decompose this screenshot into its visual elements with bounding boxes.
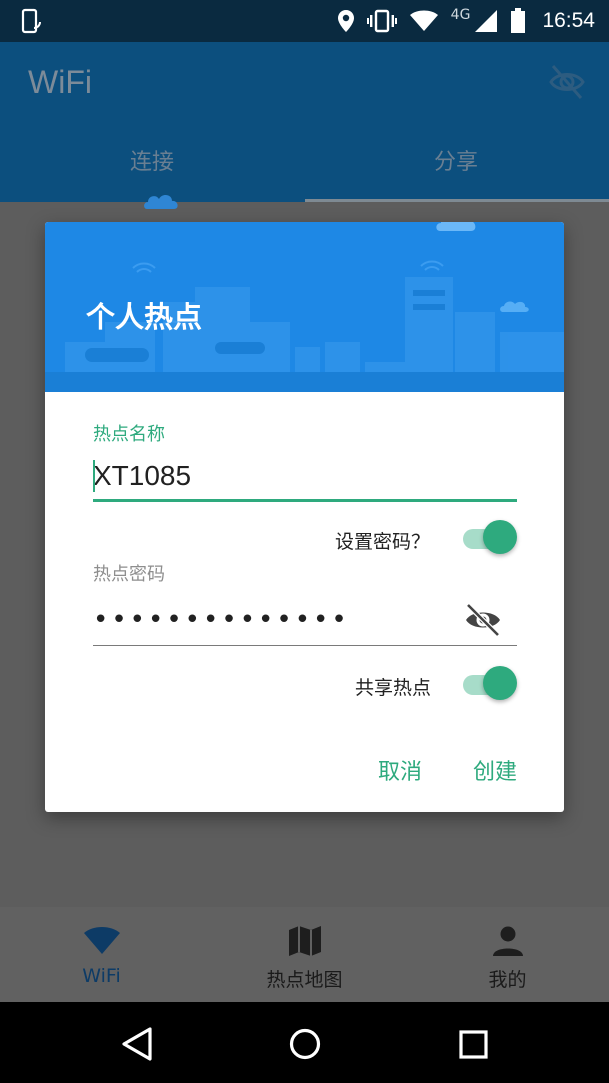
location-icon xyxy=(337,10,354,32)
share-hotspot-switch[interactable] xyxy=(459,664,519,704)
wifi-icon xyxy=(409,10,438,31)
hide-icon[interactable] xyxy=(547,62,587,102)
signal-icon xyxy=(475,10,498,32)
tab-share[interactable]: 分享 xyxy=(434,144,478,176)
nav-label: 热点地图 xyxy=(266,969,343,991)
hotspot-dialog: 个人热点 热点名称 设置密码？ 热点密码 共享热点 取消 创建 xyxy=(45,222,564,812)
home-icon[interactable] xyxy=(288,1026,322,1062)
battery-icon xyxy=(511,8,526,33)
nav-item-wifi[interactable]: WiFi xyxy=(0,907,203,1002)
wifi-icon xyxy=(83,927,120,954)
phone-rotate-icon xyxy=(21,8,41,34)
cloud-icon xyxy=(436,222,476,231)
dialog-title: 个人热点 xyxy=(86,300,203,334)
nav-label: WiFi xyxy=(82,965,121,987)
share-hotspot-label: 共享热点 xyxy=(355,677,432,699)
hotspot-name-input[interactable] xyxy=(93,452,517,502)
text-caret xyxy=(93,460,95,492)
tab-connect[interactable]: 连接 xyxy=(130,144,174,176)
bottom-nav: WiFi 热点地图 我的 xyxy=(0,907,609,1002)
dialog-header: 个人热点 xyxy=(45,222,564,392)
hotspot-password-input[interactable] xyxy=(93,594,517,646)
clock: 16:54 xyxy=(542,9,595,32)
nav-label: 我的 xyxy=(488,969,527,991)
switch-thumb xyxy=(483,520,517,554)
set-password-label: 设置密码？ xyxy=(335,531,431,553)
eye-off-icon[interactable] xyxy=(463,602,503,638)
hotspot-name-label: 热点名称 xyxy=(93,424,165,445)
nav-item-map[interactable]: 热点地图 xyxy=(203,907,406,1002)
back-icon[interactable] xyxy=(120,1026,154,1062)
switch-thumb xyxy=(483,666,517,700)
app-title: WiFi xyxy=(28,64,92,100)
vibrate-icon xyxy=(366,9,397,33)
status-bar: 4G 16:54 xyxy=(0,0,609,42)
set-password-switch[interactable] xyxy=(459,518,519,558)
network-type: 4G xyxy=(450,7,471,23)
create-button[interactable]: 创建 xyxy=(473,754,517,786)
hotspot-password-label: 热点密码 xyxy=(93,564,165,585)
recents-icon[interactable] xyxy=(458,1026,490,1062)
person-icon xyxy=(492,926,523,956)
cloud-icon xyxy=(144,195,178,209)
nav-item-mine[interactable]: 我的 xyxy=(406,907,609,1002)
cancel-button[interactable]: 取消 xyxy=(378,754,422,786)
system-nav-bar xyxy=(0,1002,609,1083)
app-bar: WiFi 连接 分享 xyxy=(0,42,609,202)
map-icon xyxy=(288,926,321,956)
